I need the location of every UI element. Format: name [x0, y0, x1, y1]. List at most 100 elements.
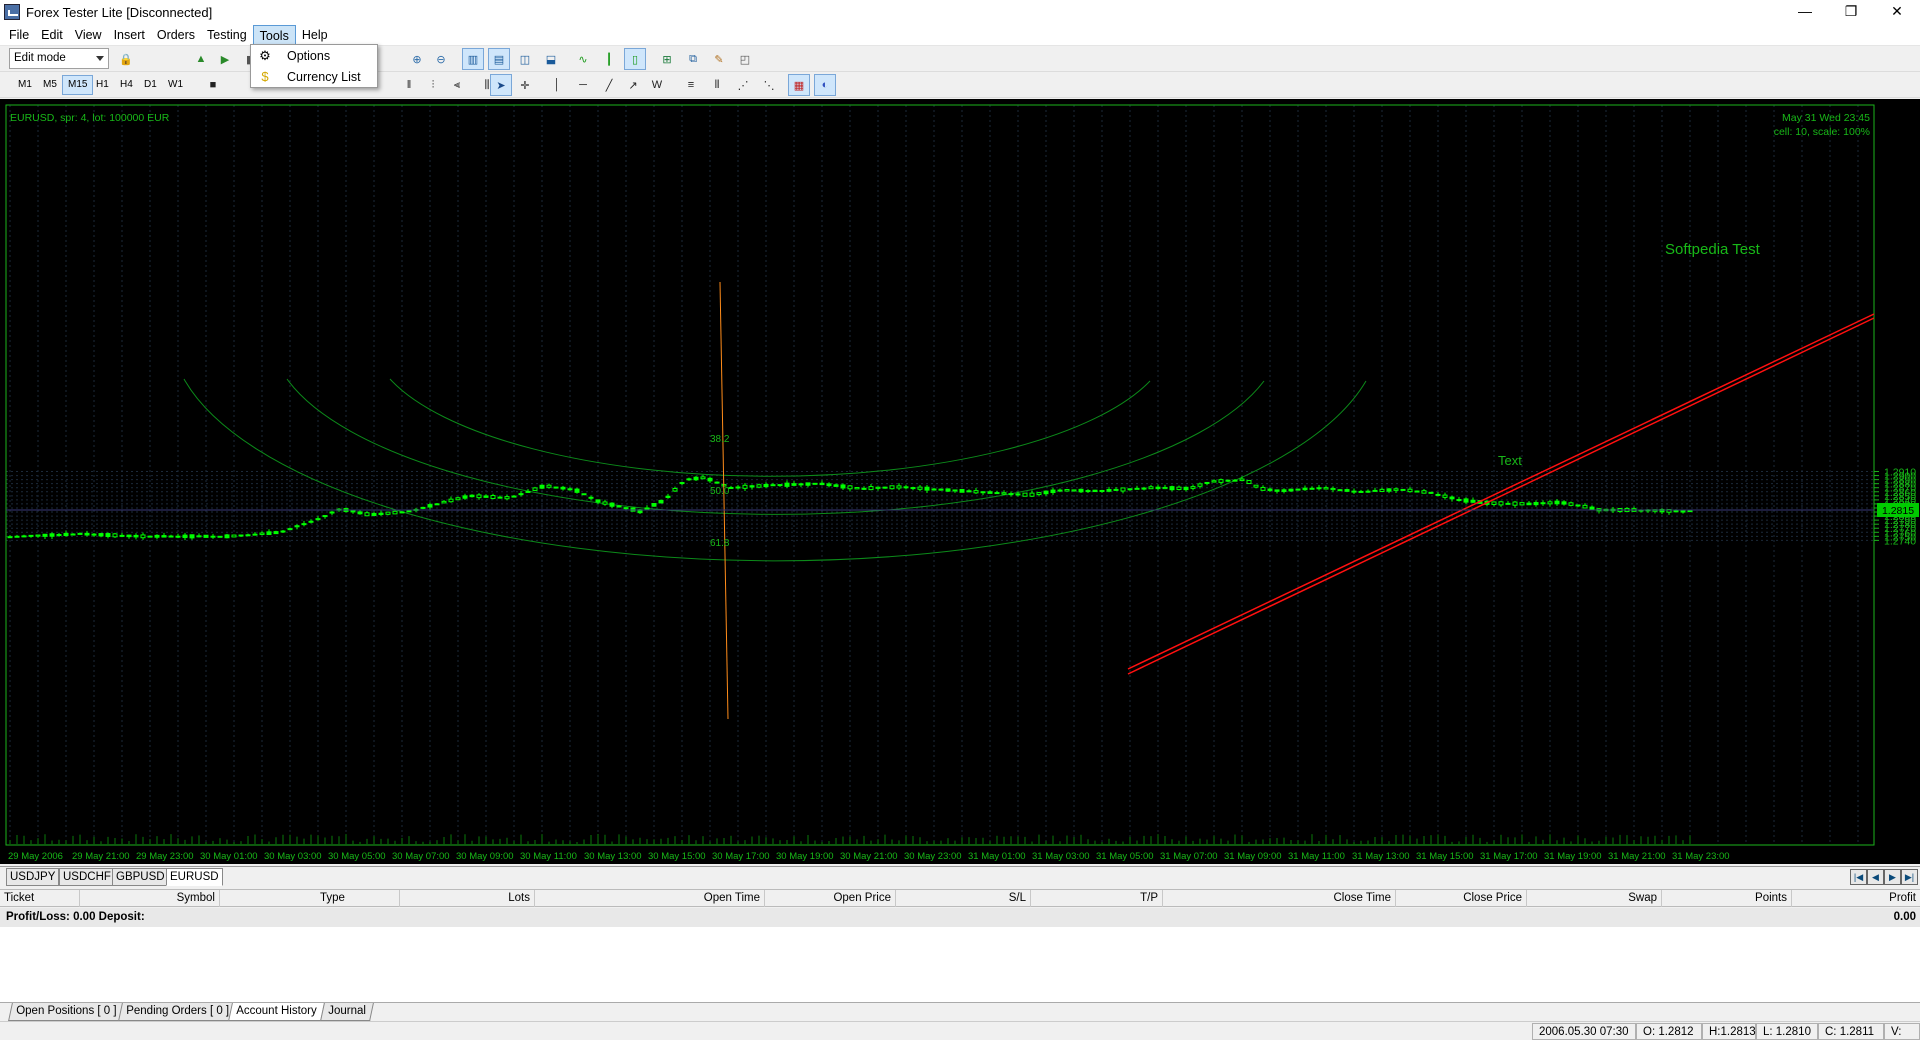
menu-file[interactable]: File	[3, 25, 35, 45]
tab-pending-orders[interactable]: Pending Orders [ 0 ]	[118, 1003, 237, 1021]
line-chart-icon[interactable]: ∿	[572, 48, 594, 70]
menu-orders[interactable]: Orders	[151, 25, 201, 45]
crosshair-icon[interactable]: ✛	[514, 74, 536, 96]
tab-open-positions[interactable]: Open Positions [ 0 ]	[8, 1003, 125, 1021]
minimize-button[interactable]: —	[1782, 0, 1828, 24]
ray-icon[interactable]: ↗	[622, 74, 644, 96]
timeframe-d1[interactable]: D1	[138, 75, 163, 95]
tab-journal[interactable]: Journal	[320, 1003, 374, 1021]
brush-icon[interactable]: ✎	[708, 48, 730, 70]
panel-icon[interactable]: ⬓	[540, 48, 562, 70]
close-button[interactable]: ✕	[1874, 0, 1920, 24]
candle-body	[595, 499, 601, 503]
timeframe-h4[interactable]: H4	[114, 75, 139, 95]
col-close-price[interactable]: Close Price	[1396, 890, 1527, 907]
restore-button[interactable]: ❐	[1828, 0, 1874, 24]
col-points[interactable]: Points	[1662, 890, 1792, 907]
menu-edit[interactable]: Edit	[35, 25, 69, 45]
candle-body	[1036, 492, 1042, 495]
color-palette-icon[interactable]: ▦	[788, 74, 810, 96]
candle-body	[378, 512, 384, 515]
menu-testing[interactable]: Testing	[201, 25, 253, 45]
first-tab-icon[interactable]: |◀	[1850, 869, 1867, 885]
col-sl[interactable]: S/L	[896, 890, 1031, 907]
wave-icon[interactable]: W	[646, 74, 668, 96]
last-tab-icon[interactable]: ▶|	[1901, 869, 1918, 885]
candle-body	[931, 488, 937, 491]
candle-chart-icon[interactable]: ▯	[624, 48, 646, 70]
fibo-time-icon[interactable]: ⦀	[706, 74, 728, 96]
zoom-out-icon[interactable]: ⊖	[430, 48, 452, 70]
terminal-tabs: Open Positions [ 0 ] Pending Orders [ 0 …	[0, 1002, 1920, 1021]
horizontal-line-icon[interactable]: ─	[572, 74, 594, 96]
candle-body	[21, 535, 27, 538]
mode-select[interactable]: Edit mode	[9, 48, 109, 69]
col-close-time[interactable]: Close Time	[1163, 890, 1396, 907]
new-order-icon[interactable]: ⊞	[656, 48, 678, 70]
cursor-icon[interactable]: ➤	[490, 74, 512, 96]
templates-icon[interactable]: ⧉	[682, 48, 704, 70]
col-tp[interactable]: T/P	[1031, 890, 1163, 907]
tab-usdchf[interactable]: USDCHF	[59, 868, 115, 886]
vertical-line-icon[interactable]: │	[546, 74, 568, 96]
tab-usdjpy[interactable]: USDJPY	[6, 868, 60, 886]
candle-body	[567, 488, 573, 491]
menu-view[interactable]: View	[69, 25, 108, 45]
fibo-levels-icon[interactable]: ≡	[680, 74, 702, 96]
indicators-icon[interactable]: ◰	[734, 48, 756, 70]
split-chart-icon[interactable]: ◫	[514, 48, 536, 70]
candle-body	[770, 484, 776, 487]
timeframe-m1[interactable]: M1	[12, 75, 38, 95]
menu-help[interactable]: Help	[296, 25, 334, 45]
connect-button[interactable]: 🔒	[116, 48, 188, 70]
timeframe-w1[interactable]: W1	[162, 75, 189, 95]
col-type[interactable]: Type	[220, 890, 400, 907]
tab-eurusd[interactable]: EURUSD	[166, 868, 223, 886]
start-test-icon[interactable]: ▶	[214, 48, 236, 70]
candle-body	[700, 476, 706, 480]
candle-body	[483, 495, 489, 498]
tab-account-history[interactable]: Account History	[228, 1003, 325, 1021]
menu-insert[interactable]: Insert	[108, 25, 151, 45]
menu-currency-list[interactable]: $ Currency List	[251, 67, 377, 87]
time-axis: 29 May 2006 29 May 21:00 29 May 23:00 30 Ma…	[8, 851, 1730, 862]
tab-gbpusd[interactable]: GBPUSD	[112, 868, 169, 886]
zoom-in-icon[interactable]: ⊕	[406, 48, 428, 70]
orders-table-body[interactable]	[0, 927, 1920, 1002]
candle-body	[1288, 488, 1294, 492]
period-separator-icon[interactable]: ‖	[398, 74, 420, 96]
col-open-price[interactable]: Open Price	[765, 890, 896, 907]
next-tab-icon[interactable]: ▶	[1884, 869, 1901, 885]
timeframe-m5[interactable]: M5	[37, 75, 63, 95]
candle-body	[658, 499, 664, 504]
fan-icon[interactable]: ⋱	[758, 74, 780, 96]
chevron-down-icon	[96, 56, 104, 61]
ohlc-icon[interactable]: ⫶	[422, 74, 444, 96]
trend-line-icon[interactable]: ╱	[598, 74, 620, 96]
bar-chart-icon[interactable]: ┃	[598, 48, 620, 70]
col-open-time[interactable]: Open Time	[535, 890, 765, 907]
time-tick-label: 30 May 15:00	[648, 851, 706, 862]
timeframe-h1[interactable]: H1	[90, 75, 115, 95]
open-project-icon[interactable]: ▲	[190, 48, 212, 70]
menu-tools[interactable]: Tools	[252, 24, 296, 45]
andrews-pitchfork-icon[interactable]: ⋰	[732, 74, 754, 96]
chart-canvas[interactable]: Softpedia Test Text 38.2 50.0 61.8 EURUS…	[0, 99, 1920, 864]
candle-body	[14, 535, 20, 538]
color-picker-icon[interactable]: ◐	[814, 74, 836, 96]
col-lots[interactable]: Lots	[400, 890, 535, 907]
candles-icon[interactable]: ▥	[462, 48, 484, 70]
col-symbol[interactable]: Symbol	[80, 890, 220, 907]
candle-body	[84, 532, 90, 536]
stop-icon[interactable]: ■	[202, 74, 224, 96]
price-chart[interactable]: Softpedia Test Text 38.2 50.0 61.8 EURUS…	[0, 99, 1920, 864]
candle-body	[1078, 488, 1084, 493]
bars-icon[interactable]: ▤	[488, 48, 510, 70]
menu-options[interactable]: ⚙ Options	[251, 46, 377, 66]
timeframe-m15[interactable]: M15	[62, 75, 94, 95]
col-swap[interactable]: Swap	[1527, 890, 1662, 907]
col-ticket[interactable]: Ticket	[0, 890, 80, 907]
col-profit[interactable]: Profit	[1792, 890, 1920, 907]
prev-tab-icon[interactable]: ◀	[1867, 869, 1884, 885]
volume-icon[interactable]: ⫷	[446, 74, 468, 96]
